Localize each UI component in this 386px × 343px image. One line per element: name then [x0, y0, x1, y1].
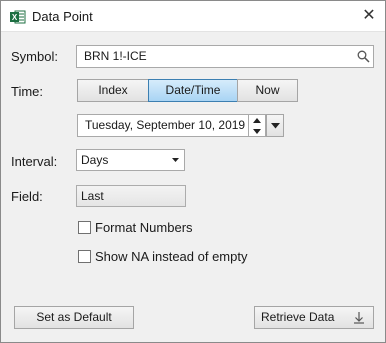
title-bar: X Data Point ✕ [1, 1, 385, 32]
spin-down-icon[interactable] [249, 126, 265, 137]
excel-icon: X [10, 10, 26, 24]
search-icon[interactable] [357, 50, 370, 63]
date-spinner [249, 114, 266, 137]
interval-label: Interval: [11, 154, 58, 169]
show-na-checkbox[interactable] [78, 250, 91, 263]
time-now-button[interactable]: Now [237, 79, 298, 102]
show-na-label[interactable]: Show NA instead of empty [95, 249, 247, 264]
chevron-down-icon [271, 123, 280, 129]
time-index-button[interactable]: Index [77, 79, 149, 102]
field-label: Field: [11, 189, 43, 204]
set-as-default-button[interactable]: Set as Default [14, 306, 134, 329]
close-button[interactable]: ✕ [353, 1, 385, 32]
time-datetime-button[interactable]: Date/Time [148, 79, 238, 102]
field-select[interactable]: Last [76, 185, 186, 207]
chevron-down-icon [172, 158, 179, 162]
date-picker-field[interactable]: Tuesday, September 10, 2019 [77, 114, 249, 137]
time-label: Time: [11, 84, 44, 99]
format-numbers-label[interactable]: Format Numbers [95, 220, 193, 235]
window-title: Data Point [32, 9, 93, 24]
retrieve-data-label: Retrieve Data [261, 310, 335, 324]
symbol-input[interactable]: BRN 1!-ICE [76, 45, 374, 68]
excel-icon-letter: X [12, 13, 18, 22]
download-arrow-icon [354, 312, 364, 324]
data-point-dialog: X Data Point ✕ Symbol: BRN 1!-ICE Time: … [0, 0, 386, 343]
symbol-label: Symbol: [11, 49, 58, 64]
format-numbers-checkbox[interactable] [78, 221, 91, 234]
date-dropdown-button[interactable] [266, 114, 284, 137]
interval-select[interactable]: Days [76, 149, 185, 171]
spin-up-icon[interactable] [249, 115, 265, 126]
